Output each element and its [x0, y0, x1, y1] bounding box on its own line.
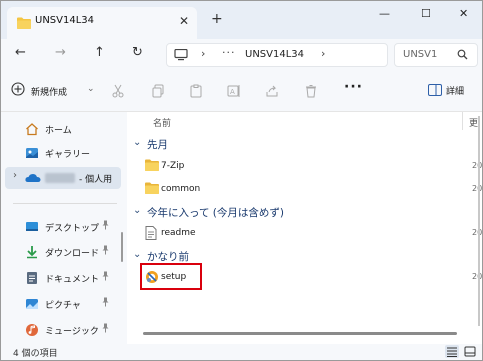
sidebar-item-label: ギャラリー	[45, 150, 91, 160]
address-overflow-button[interactable]: ···	[222, 46, 236, 59]
new-button-label: 新規作成	[31, 88, 68, 98]
details-view-button[interactable]	[445, 345, 459, 358]
more-options-button[interactable]: ···	[344, 79, 363, 95]
chevron-down-icon: ⌄	[87, 84, 95, 94]
horizontal-scrollbar[interactable]	[143, 332, 457, 335]
file-name: readme	[161, 228, 196, 238]
folder-icon	[17, 17, 31, 32]
rename-icon[interactable]: A	[227, 84, 241, 98]
sidebar-item-desktop[interactable]: デスクトップ	[1, 216, 121, 238]
svg-text:A: A	[230, 88, 235, 96]
search-icon	[457, 49, 468, 63]
sidebar-item-label: - 個人用	[79, 175, 113, 185]
highlight-box	[140, 263, 202, 290]
file-name: common	[161, 184, 201, 194]
tiles-view-button[interactable]	[463, 345, 477, 358]
item-count: 4 個の項目	[13, 349, 58, 359]
address-separator: ›	[201, 47, 206, 60]
column-header-date[interactable]: 更	[469, 116, 478, 129]
sidebar-item-label: ホーム	[45, 126, 72, 136]
download-icon	[25, 245, 39, 259]
pin-icon[interactable]	[101, 323, 110, 336]
document-icon	[25, 271, 39, 285]
pin-icon[interactable]	[101, 271, 110, 284]
sidebar-item-label: デスクトップ	[45, 224, 100, 234]
column-header-name[interactable]: 名前	[153, 116, 171, 129]
paste-icon[interactable]	[189, 84, 203, 98]
sidebar-divider	[13, 203, 117, 204]
share-icon[interactable]	[265, 84, 279, 98]
refresh-button[interactable]: ↻	[132, 45, 143, 60]
sidebar-item-onedrive[interactable]: › - 個人用	[5, 167, 121, 189]
tab-close-icon[interactable]: ✕	[179, 14, 189, 28]
sidebar-item-downloads[interactable]: ダウンロード	[1, 241, 121, 263]
folder-icon	[145, 159, 159, 173]
maximize-button[interactable]: ☐	[421, 7, 431, 20]
status-bar: 4 個の項目	[1, 344, 482, 360]
music-icon	[25, 323, 39, 337]
column-divider[interactable]	[462, 112, 463, 130]
account-name-redacted	[45, 173, 75, 183]
sidebar-item-home[interactable]: ホーム	[1, 118, 121, 140]
file-explorer-window: UNSV14L34 ✕ + — ☐ ✕ ← → ↑ ↻ › ··· UNSV14…	[0, 0, 483, 361]
details-label: 詳細	[446, 87, 465, 97]
tab-title: UNSV14L34	[35, 15, 95, 26]
text-file-icon	[145, 226, 159, 240]
chevron-down-icon: ⌄	[133, 205, 142, 216]
group-label: 今年に入って (今月は含めず)	[147, 207, 285, 219]
sidebar-item-label: ミュージック	[45, 327, 99, 337]
group-label: かなり前	[147, 251, 189, 263]
copy-icon[interactable]	[151, 84, 165, 98]
desktop-icon	[25, 220, 39, 234]
chevron-down-icon: ⌄	[133, 249, 142, 260]
pin-icon[interactable]	[101, 245, 110, 258]
home-icon	[25, 122, 39, 136]
sidebar-item-label: ピクチャ	[45, 301, 81, 311]
file-row-common[interactable]: common 20	[129, 178, 482, 200]
new-tab-button[interactable]: +	[211, 11, 223, 27]
folder-icon	[145, 182, 159, 196]
address-separator[interactable]: ›	[321, 47, 325, 60]
file-row-readme[interactable]: readme 20	[129, 222, 482, 244]
sidebar-item-documents[interactable]: ドキュメント	[1, 267, 121, 289]
computer-icon	[174, 48, 188, 64]
delete-icon[interactable]	[304, 84, 318, 98]
search-box[interactable]: UNSV1	[394, 43, 478, 67]
sidebar-scrollbar[interactable]	[121, 232, 123, 262]
file-list: 名前 更 ⌄ 先月 7-Zip 20 common 20 ⌄ 今年に入って (今…	[129, 112, 482, 344]
expand-chevron-icon[interactable]: ›	[13, 170, 17, 181]
sidebar-item-pictures[interactable]: ピクチャ	[1, 293, 121, 315]
file-name: 7-Zip	[161, 161, 185, 171]
address-bar[interactable]: › ··· UNSV14L34 ›	[166, 43, 388, 67]
address-path[interactable]: UNSV14L34	[245, 49, 304, 60]
chevron-down-icon: ⌄	[133, 137, 142, 148]
back-button[interactable]: ←	[15, 45, 26, 60]
pin-icon[interactable]	[101, 220, 110, 233]
gallery-icon	[25, 146, 39, 160]
sidebar-item-label: ダウンロード	[45, 249, 100, 259]
navigation-pane: ホーム ギャラリー › - 個人用 デスクトップ ダウンロード ドキュメント ピ…	[1, 112, 127, 344]
group-label: 先月	[147, 139, 168, 151]
add-icon	[11, 82, 25, 99]
onedrive-icon	[25, 171, 41, 185]
sidebar-item-label: ドキュメント	[45, 275, 100, 285]
file-row-7zip[interactable]: 7-Zip 20	[129, 155, 482, 177]
command-bar: 新規作成 ⌄ A ··· 詳細	[1, 69, 482, 112]
navigation-bar: ← → ↑ ↻ › ··· UNSV14L34 › UNSV1	[1, 39, 482, 69]
sidebar-item-gallery[interactable]: ギャラリー	[1, 142, 121, 164]
details-pane-icon	[428, 84, 442, 99]
up-button[interactable]: ↑	[94, 45, 105, 60]
forward-button[interactable]: →	[55, 45, 66, 60]
title-bar: UNSV14L34 ✕ + — ☐ ✕	[1, 1, 482, 39]
cut-icon[interactable]	[111, 84, 125, 98]
pictures-icon	[25, 297, 39, 311]
search-input[interactable]: UNSV1	[403, 49, 437, 60]
tab-unsv14l34[interactable]: UNSV14L34 ✕	[7, 7, 197, 39]
vertical-scrollbar[interactable]	[478, 116, 480, 326]
minimize-button[interactable]: —	[379, 7, 390, 20]
close-button[interactable]: ✕	[459, 7, 468, 20]
sidebar-item-music[interactable]: ミュージック	[1, 319, 121, 341]
pin-icon[interactable]	[101, 297, 110, 310]
